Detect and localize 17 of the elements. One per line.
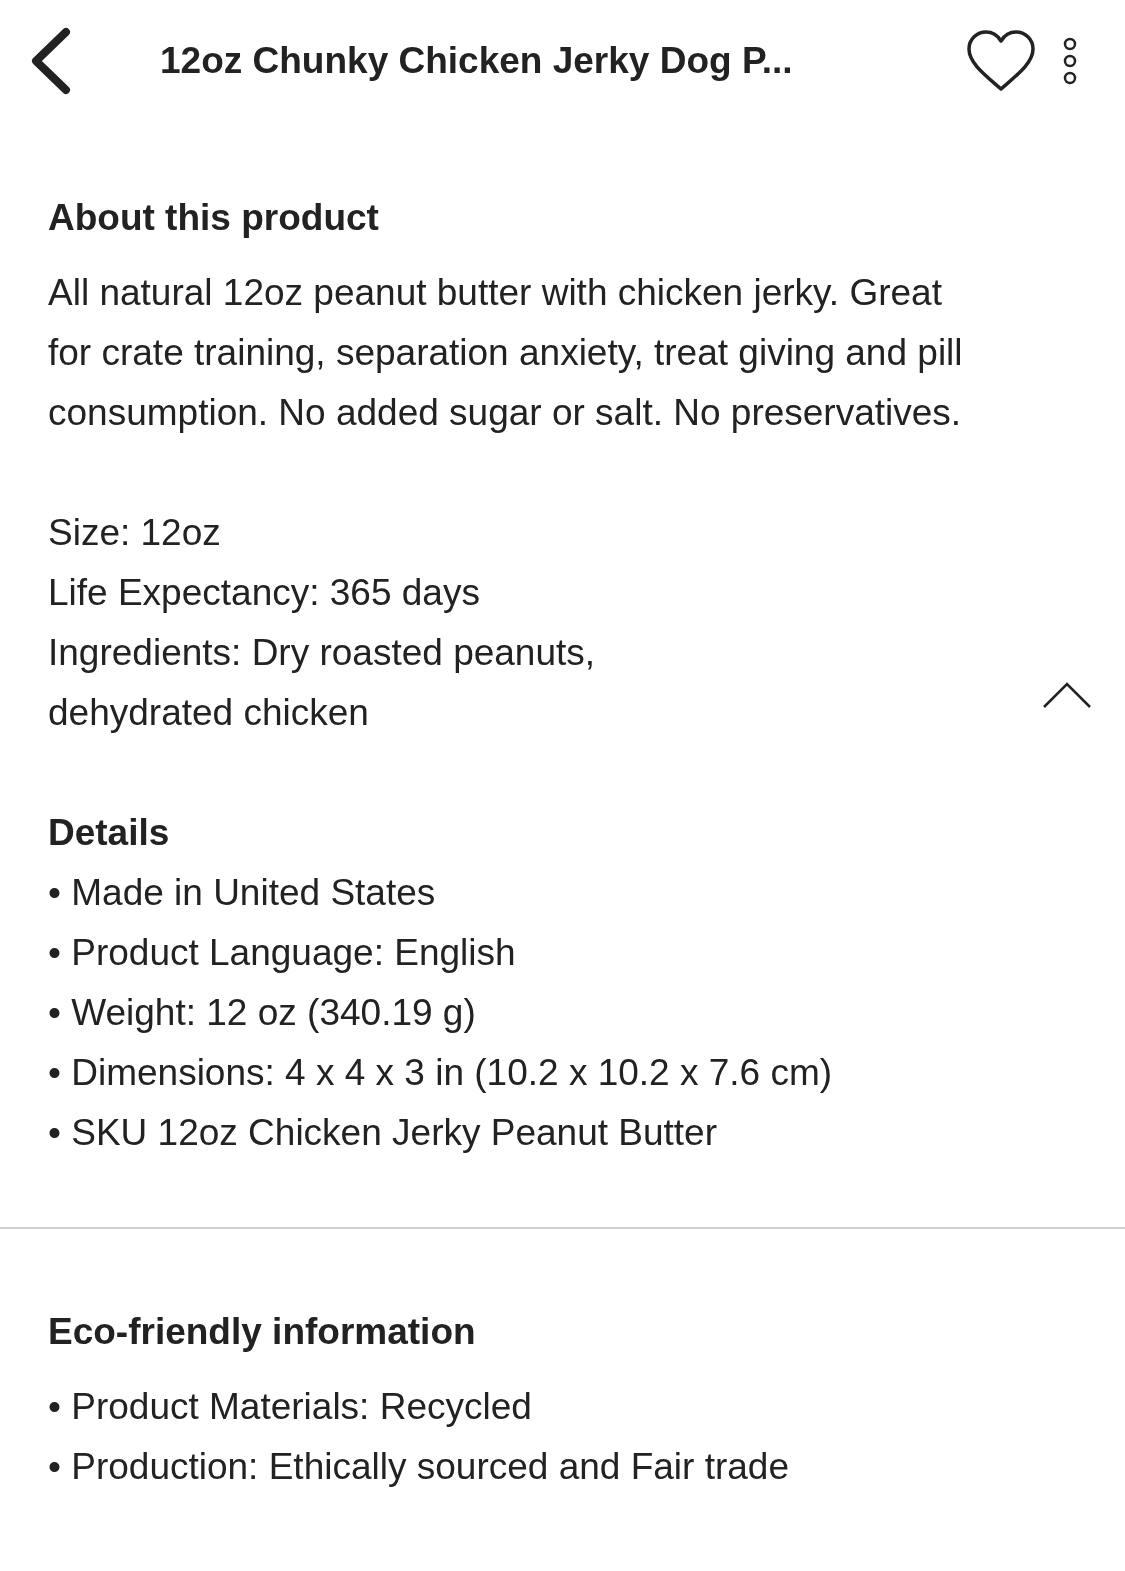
page-title: 12oz Chunky Chicken Jerky Dog P...: [160, 39, 793, 84]
eco-text: • Production: Ethically sourced and Fair trade: [48, 1445, 790, 1489]
detail-text: • Product Language: English: [48, 931, 517, 975]
detail-text: • Made in United States: [48, 871, 437, 915]
detail-text: • Weight: 12 oz (340.19 g): [48, 991, 477, 1035]
section-heading: Details: [48, 811, 171, 855]
more-icon: [1062, 36, 1078, 86]
section-heading: Eco-friendly information: [48, 1310, 477, 1354]
detail-text: • Dimensions: 4 x 4 x 3 in (10.2 x 10.2 x 7.6 cm): [48, 1051, 834, 1095]
chevron-icon: [1042, 681, 1092, 709]
spec-text: Size: 12oz: [48, 511, 222, 555]
detail-text: • SKU 12oz Chicken Jerky Peanut Butter: [48, 1111, 718, 1155]
section-heading: About this product: [48, 196, 380, 240]
eco-text: • Product Materials: Recycled: [48, 1385, 533, 1429]
product-description: All natural 12oz peanut butter with chicken jerky. Great for crate training, separation anxiety, treat giving and pill consumption. No added sugar or salt. No preservatives.: [48, 271, 964, 435]
spec-text: Ingredients: Dry roasted peanuts, dehydrated chicken: [48, 631, 597, 735]
spec-text: Life Expectancy: 365 days: [48, 571, 481, 615]
